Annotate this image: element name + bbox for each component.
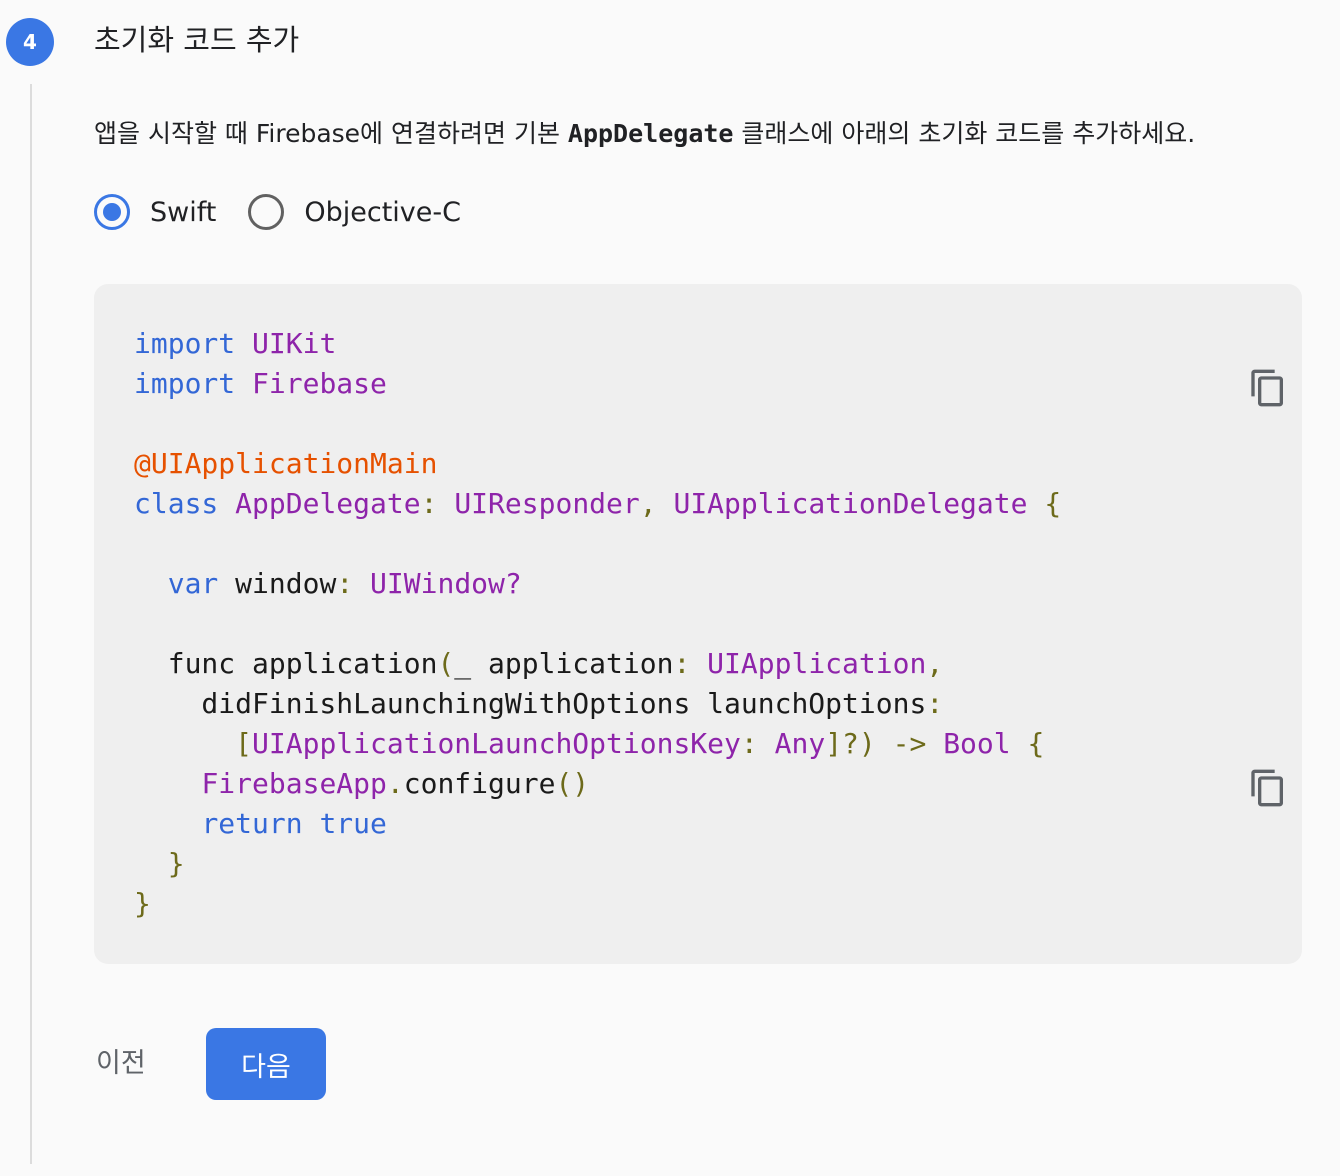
radio-option-objective-c[interactable]: Objective-C — [248, 194, 461, 230]
next-button[interactable]: 다음 — [206, 1028, 326, 1100]
code-line: @UIApplicationMain — [134, 447, 437, 480]
code-token: : — [420, 487, 455, 520]
radio-label-swift: Swift — [150, 196, 217, 228]
code-token: : — [673, 647, 708, 680]
code-token: , — [926, 647, 944, 680]
code-token: UIWindow? — [370, 567, 522, 600]
code-token: : — [740, 727, 775, 760]
code-token: ( — [437, 647, 455, 680]
code-token: import — [134, 367, 253, 400]
code-token: Firebase — [252, 367, 387, 400]
code-token: AppDelegate — [235, 487, 421, 520]
code-line: [UIApplicationLaunchOptionsKey: Any]?) -… — [134, 727, 1044, 760]
code-token: configure — [403, 767, 556, 800]
code-line: FirebaseApp.configure() — [134, 767, 589, 800]
copy-imports-button[interactable] — [1248, 366, 1288, 410]
code-token: UIApplication — [707, 647, 927, 680]
code-token: } — [134, 887, 151, 920]
code-token: [ — [235, 727, 253, 760]
code-line: var window: UIWindow? — [134, 567, 522, 600]
step-connector-line — [30, 84, 32, 1164]
code-token: : — [926, 687, 944, 720]
code-token: UIApplicationDelegate — [673, 487, 1028, 520]
code-token: { — [1027, 487, 1062, 520]
code-token: import — [134, 327, 253, 360]
code-line: import Firebase — [134, 367, 387, 400]
copy-code-button[interactable] — [1248, 766, 1288, 810]
code-line: import UIKit — [134, 327, 336, 360]
copy-icon — [1251, 369, 1283, 407]
description-code: AppDelegate — [567, 119, 734, 148]
code-token: func application — [134, 647, 438, 680]
code-token: @UIApplicationMain — [134, 447, 438, 480]
code-token: window — [235, 567, 337, 600]
code-snippet: import UIKit import Firebase @UIApplicat… — [134, 324, 1061, 924]
code-line: return true — [134, 807, 387, 840]
code-token: , — [639, 487, 674, 520]
code-token: : — [336, 567, 371, 600]
code-token: class — [134, 487, 236, 520]
code-token: return true — [201, 807, 387, 840]
code-token: UIResponder — [454, 487, 640, 520]
description-text-end: 클래스에 아래의 초기화 코드를 추가하세요. — [733, 119, 1196, 148]
radio-button-swift[interactable] — [94, 194, 130, 230]
language-radio-group: Swift Objective-C — [94, 194, 493, 230]
code-token: Bool — [943, 727, 1011, 760]
code-line: class AppDelegate: UIResponder, UIApplic… — [134, 487, 1061, 520]
code-token: UIApplicationLaunchOptionsKey — [252, 727, 741, 760]
code-token: didFinishLaunchingWithOptions launchOpti… — [134, 687, 927, 720]
code-token: . — [386, 767, 404, 800]
code-line: } — [134, 847, 185, 880]
step-description: 앱을 시작할 때 Firebase에 연결하려면 기본 AppDelegate … — [94, 116, 1195, 152]
step-number: 4 — [23, 30, 37, 54]
code-token: { — [1010, 727, 1045, 760]
code-token: Any — [774, 727, 826, 760]
radio-option-swift[interactable]: Swift — [94, 194, 216, 230]
copy-icon — [1251, 769, 1283, 807]
step-title: 초기화 코드 추가 — [94, 23, 300, 57]
code-line: func application(_ application: UIApplic… — [134, 647, 943, 680]
code-token: _ application — [454, 647, 674, 680]
code-token: UIKit — [252, 327, 337, 360]
code-token: FirebaseApp — [201, 767, 387, 800]
radio-label-objective-c: Objective-C — [304, 196, 461, 228]
previous-button[interactable]: 이전 — [96, 1040, 146, 1088]
code-token: var — [167, 567, 236, 600]
code-line: didFinishLaunchingWithOptions launchOpti… — [134, 687, 943, 720]
code-token: ]?) -> — [825, 727, 944, 760]
radio-button-objective-c[interactable] — [248, 194, 285, 230]
step-number-badge: 4 — [6, 18, 54, 66]
code-token: () — [555, 767, 590, 800]
description-text: 앱을 시작할 때 Firebase에 연결하려면 기본 — [94, 119, 568, 148]
code-token: } — [167, 847, 185, 880]
code-line: } — [134, 887, 151, 920]
